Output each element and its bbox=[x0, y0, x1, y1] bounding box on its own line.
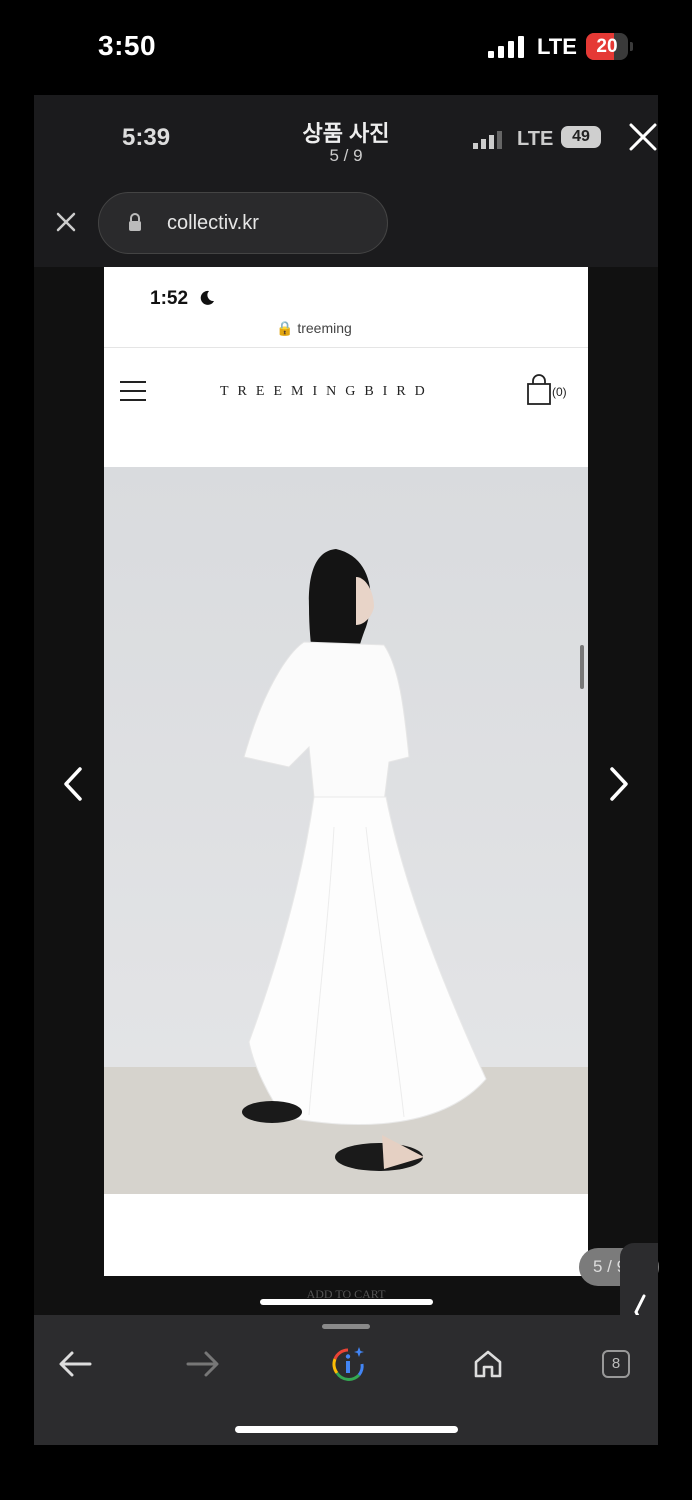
scroll-indicator[interactable] bbox=[580, 645, 584, 689]
cart-count[interactable]: (0) bbox=[552, 385, 567, 399]
viewer-battery: 49 bbox=[561, 126, 601, 148]
close-viewer-icon[interactable] bbox=[626, 120, 660, 154]
viewer-signal-icon bbox=[473, 131, 502, 149]
network-label: LTE bbox=[537, 34, 577, 59]
ai-assistant-icon[interactable] bbox=[329, 1345, 367, 1383]
page-status-time: 1:52 bbox=[150, 288, 189, 309]
lock-icon bbox=[129, 213, 141, 231]
arrow-left-icon[interactable] bbox=[58, 1350, 92, 1378]
shopping-bag-icon[interactable] bbox=[526, 374, 552, 406]
home-indicator bbox=[235, 1426, 458, 1433]
home-icon[interactable] bbox=[472, 1348, 504, 1380]
close-tab-icon[interactable] bbox=[54, 210, 78, 234]
divider bbox=[104, 347, 588, 348]
chevron-left-icon[interactable] bbox=[58, 765, 90, 803]
viewer-time: 5:39 bbox=[122, 124, 171, 151]
chevron-right-icon[interactable] bbox=[602, 765, 634, 803]
arrow-right-icon[interactable] bbox=[186, 1350, 220, 1378]
toolbar-handle[interactable] bbox=[322, 1324, 370, 1329]
status-time: 3:50 bbox=[98, 30, 157, 61]
moon-icon bbox=[200, 290, 214, 305]
home-indicator bbox=[260, 1299, 433, 1305]
viewer-title: 상품 사진 bbox=[302, 121, 390, 146]
tab-count-button[interactable]: 8 bbox=[602, 1350, 630, 1378]
address-url[interactable]: collectiv.kr bbox=[167, 212, 259, 235]
viewer-counter: 5 / 9 bbox=[329, 146, 363, 165]
page-url: 🔒 treeming bbox=[276, 320, 352, 336]
brand-logo[interactable]: TREEMINGBIRD bbox=[220, 384, 474, 400]
battery-tip bbox=[630, 42, 633, 51]
viewer-network-label: LTE bbox=[517, 128, 554, 150]
menu-icon[interactable] bbox=[120, 380, 148, 402]
page-url-text: treeming bbox=[297, 320, 352, 336]
signal-icon bbox=[488, 36, 524, 58]
battery-percent: 20 bbox=[596, 36, 618, 57]
product-photo[interactable] bbox=[104, 467, 588, 1194]
